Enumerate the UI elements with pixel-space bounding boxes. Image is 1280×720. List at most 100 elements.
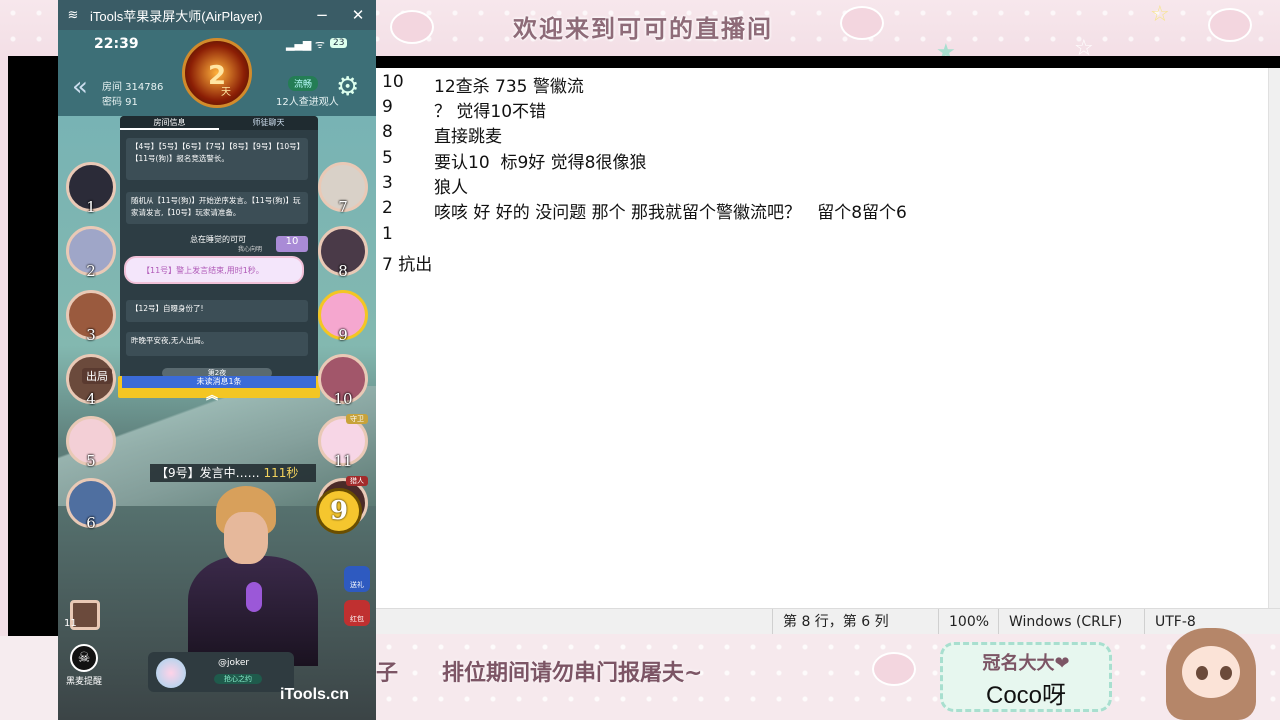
signal-icon: ▂▄▆ ᯤ (286, 38, 325, 51)
tab-room-info[interactable]: 房间信息 (120, 116, 219, 130)
chibi-eye (1220, 666, 1232, 680)
text-line: 7 抗出 (382, 250, 432, 275)
text-line: 2 咳咳 好 好的 没问题 那个 那我就留个警徽流吧？ 留个8留个6 (382, 198, 907, 223)
portrait-gem (246, 582, 262, 612)
editor-top-strip (376, 56, 1280, 68)
text-line: 1 (382, 224, 393, 244)
like-count-badge: 10 (276, 236, 308, 252)
seat-number: 5 (86, 452, 96, 470)
seat-number: 6 (86, 514, 96, 532)
dock-player-title: 抢心之约 (214, 674, 262, 684)
line-seat: 5 (382, 148, 393, 168)
report-label: 黑麦提醒 (65, 677, 102, 687)
seat-number: 4 (86, 390, 96, 408)
room-id: 房间 314786 (102, 82, 164, 93)
chevron-up-icon[interactable]: ︽ (206, 386, 218, 403)
line-note: 12查杀 735 警徽流 (434, 77, 584, 97)
sponsor-card: 冠名大大❤ Coco呀 (940, 642, 1112, 712)
line-seat: 3 (382, 173, 393, 193)
cursor-position: 第 8 行，第 6 列 (772, 609, 932, 635)
line-seat: 8 (382, 122, 393, 142)
bear-icon (840, 6, 884, 40)
line-note: 咳咳 好 好的 没问题 那个 那我就留个警徽流吧？ 留个8留个6 (434, 203, 907, 223)
close-button[interactable]: ✕ (340, 6, 376, 24)
player-dock[interactable]: @joker 抢心之约 (148, 652, 294, 692)
seat-number: 2 (86, 262, 96, 280)
log-tabs: 房间信息 师徒聊天 (120, 116, 318, 130)
streamer-chibi-avatar (1156, 628, 1266, 720)
unread-messages-button[interactable]: 未读消息1条 (122, 376, 316, 388)
airplay-icon: ≋ (67, 7, 79, 23)
mirror-window-title: iTools苹果录屏大师(AirPlayer) (90, 8, 263, 24)
back-chevron-icon[interactable]: « (72, 72, 88, 102)
line-seat: 7 抗出 (382, 255, 433, 275)
log-message: 随机从【11号(狗)】开始逆序发言。【11号(狗)】玩家请发言,【10号】玩家请… (126, 192, 308, 224)
vertical-scrollbar[interactable] (1268, 68, 1280, 608)
seat-number: 3 (86, 326, 96, 344)
line-ending: Windows (CRLF) (998, 609, 1142, 635)
speaking-indicator: 【9号】发言中…… 111秒 (150, 464, 316, 482)
log-message: 昨晚平安夜,无人出局。 (126, 332, 308, 356)
itools-watermark: iTools.cn (280, 686, 350, 703)
gift-button[interactable]: 送礼 (344, 566, 370, 592)
like-subtitle: 我心向明 (238, 246, 263, 253)
sponsor-label: 冠名大大❤ (982, 653, 1070, 674)
line-note: 狼人 (434, 178, 468, 198)
gear-icon[interactable]: ⚙ (336, 72, 359, 102)
left-black-area (0, 56, 58, 636)
watcher-count: 12人查进观人 (276, 97, 339, 108)
day-label: 天 (221, 87, 231, 98)
log-message: 【12号】自曝身份了! (126, 300, 308, 322)
scrolling-notice: 子 排位期间请勿串门报屠夫~ (376, 661, 703, 686)
seat-number: 11 (333, 452, 353, 470)
phone-mirror-window: ≋ iTools苹果录屏大师(AirPlayer) − ✕ 22:39 ▂▄▆ … (58, 0, 376, 720)
seat-number: 9 (338, 326, 348, 344)
line-note: ？ 觉得10不错 (434, 102, 547, 122)
bear-icon (390, 10, 434, 44)
line-seat: 2 (382, 198, 393, 218)
seat-number: 1 (86, 198, 96, 216)
seat-number: 7 (338, 198, 348, 216)
seat-number: 8 (338, 262, 348, 280)
stream-quality-badge: 流畅 (288, 76, 319, 91)
notepad-text-area[interactable]: 10 12查杀 735 警徽流 9 ？ 觉得10不错 8 直接跳麦 5 要认10 标9好… (376, 68, 1268, 608)
game-log-panel[interactable]: 房间信息 师徒聊天 【4号】【5号】【6号】【7号】【8号】【9号】【10号】【… (120, 116, 318, 396)
day-counter-badge: 2 天 (182, 38, 252, 108)
battery-icon: 23 (330, 38, 348, 48)
tab-master-chat[interactable]: 师徒聊天 (219, 116, 318, 130)
day-number: 2 (207, 61, 227, 91)
role-tag-hunter: 猎人 (346, 476, 368, 486)
sponsor-name: Coco呀 (985, 682, 1067, 709)
room-password: 密码 91 (102, 97, 138, 108)
dock-player-name: @joker (218, 658, 250, 668)
report-button[interactable]: ☠ 黑麦提醒 (64, 644, 104, 687)
minimize-button[interactable]: − (304, 6, 340, 24)
avatar (156, 658, 186, 688)
text-line: 8 直接跳麦 (382, 122, 502, 147)
eliminated-tag: 出局 (82, 368, 112, 384)
text-line: 9 ？ 觉得10不错 (382, 97, 546, 122)
seat-number: 10 (333, 390, 353, 408)
mirror-title-bar[interactable]: ≋ iTools苹果录屏大师(AirPlayer) − ✕ (58, 0, 376, 30)
role-tag-guard: 守卫 (346, 414, 368, 424)
log-message: 【4号】【5号】【6号】【7号】【8号】【9号】【10号】【11号(狗)】报名竞… (126, 138, 308, 180)
portrait-face (224, 512, 268, 564)
bear-icon (1208, 8, 1252, 42)
line-seat: 1 (382, 224, 393, 244)
star-icon: ☆ (1150, 2, 1170, 27)
line-seat: 10 (382, 72, 404, 92)
red-packet-button[interactable]: 红包 (344, 600, 370, 626)
chibi-eye (1196, 666, 1208, 680)
line-seat: 9 (382, 97, 393, 117)
text-line: 10 12查杀 735 警徽流 (382, 72, 584, 97)
mini-player-number: 11 (64, 618, 77, 629)
left-decor-strip (0, 56, 8, 636)
line-note: 要认10 标9好 觉得8很像狼 (434, 153, 647, 173)
phone-time: 22:39 (94, 36, 139, 52)
skull-icon: ☠ (70, 644, 98, 672)
current-speaker-number: 9 (316, 488, 362, 534)
system-speech-bubble: 【11号】警上发言结束,用时1秒。 (124, 256, 304, 284)
speaking-timer: 111秒 (263, 466, 299, 480)
speaking-character-portrait (188, 486, 318, 666)
notepad-status-bar: 第 8 行，第 6 列 100% Windows (CRLF) UTF-8 (376, 608, 1280, 635)
